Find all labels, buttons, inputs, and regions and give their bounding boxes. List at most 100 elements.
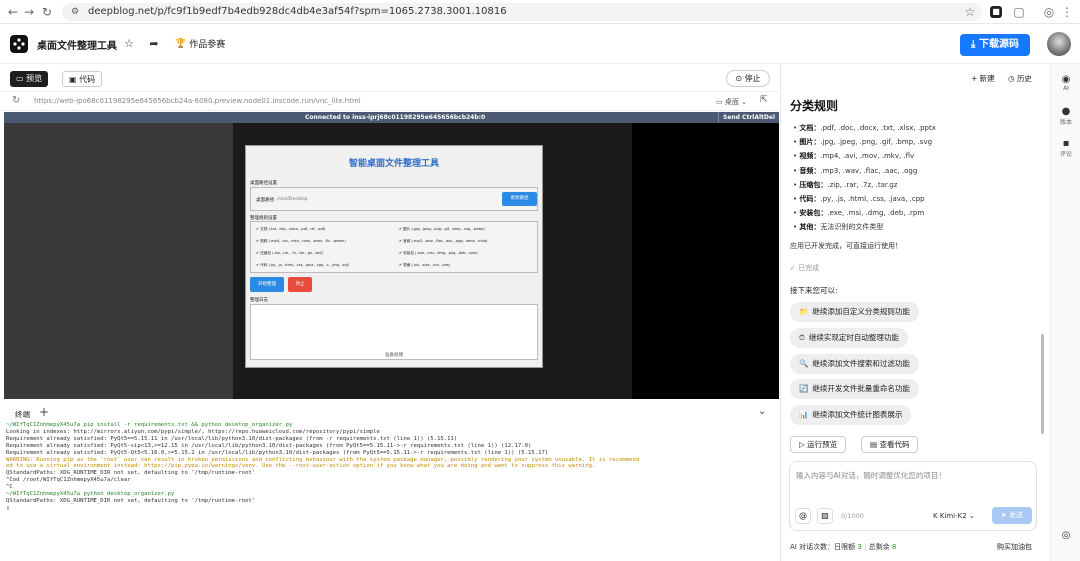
mention-icon[interactable]: @ [795,508,811,524]
download-icon: ⤓ [971,39,979,50]
suggestion-icon: ⏱ [799,332,805,342]
bookmark-star-icon[interactable]: ☆ [963,5,977,19]
terminal-line: Looking in indexes: http://mirrors.aliyu… [6,428,380,435]
buy-pack-link[interactable]: 购买加油包 [997,542,1032,552]
chat-input-box[interactable]: 输入内容与AI对话，随时调整优化您的项目！ @ ▨ 0/1000 K Kimi-… [789,461,1037,531]
rule-checkbox[interactable]: ✔ 代码 (.py, .js, .html, .css, .java, .cpp… [256,263,349,268]
rule-value: .jpg, .jpeg, .png, .gif, .bmp, .svg [820,138,933,147]
run-preview-button[interactable]: ▷ 运行预览 [790,436,847,453]
send-ctrl-alt-del-button[interactable]: Send CtrlAltDel [718,112,775,123]
app-logo-icon[interactable] [10,35,28,53]
collapse-chevron-icon[interactable]: ⌄ [758,406,766,417]
help-icon[interactable]: ◎ [1051,530,1080,541]
image-upload-icon[interactable]: ▨ [817,508,833,524]
vnc-screen[interactable]: 智能桌面文件整理工具 桌面路径设置 桌面路径: /root/Desktop 更改… [4,123,779,399]
quota-remaining: 8 [891,543,897,551]
reload-icon[interactable]: ↻ [40,5,54,19]
stop-button[interactable]: ⊙ 停止 [726,70,770,87]
quota-prefix: AI 对话次数：日限额 [790,543,856,551]
rail-version[interactable]: ● 版本 [1051,106,1080,126]
view-code-button[interactable]: ▤ 查看代码 [861,436,919,453]
rule-key: 视频： [799,152,821,161]
start-organize-button[interactable]: 开始整理 [250,277,284,292]
terminal-output[interactable]: ~/WIfTqC1ZnhmepyX45u7a pip install -r re… [6,422,774,557]
stop-organize-button[interactable]: 停止 [288,277,312,292]
chat-scrollbar[interactable] [1041,334,1044,434]
rule-checkbox[interactable]: ✔ 视频 (.mp4, .avi, .mkv, .mov, .wmv, .flv… [256,239,346,244]
version-icon: ● [1061,106,1071,117]
forward-icon[interactable]: → [22,5,36,19]
model-select[interactable]: K Kimi-K2 ⌄ [933,512,975,520]
rule-key: 其他： [799,223,821,232]
history-button[interactable]: ◷ 历史 [1008,73,1032,84]
rule-value: .zip, .rar, .7z, .tar.gz [827,180,898,189]
share-icon[interactable]: ➦ [147,37,161,51]
desktop-path-value[interactable]: /root/Desktop [277,197,308,202]
address-bar[interactable]: ⚙ deepblog.net/p/fc9f1b9edf7b4edb928dc4d… [62,3,982,21]
rule-label: 代码 (.py, .js, .html, .css, .java, .cpp, … [260,263,350,267]
robot-icon: ◉ [1061,74,1071,85]
chevron-down-icon[interactable]: ⌄ [102,37,116,51]
terminal-line: Requirement already satisfied: PyQt5==5.… [6,435,458,442]
send-button[interactable]: ➤ 发送 [992,507,1032,524]
rule-checkbox[interactable]: ✔ 压缩包 (.zip, .rar, .7z, .tar, .gz, .bz2) [256,251,323,256]
rule-label: 文档 (.txt, .doc, .docx, .pdf, .rtf, .odt) [260,227,326,231]
profile-icon[interactable]: ◎ [1042,5,1056,19]
ai-chat-panel: + 新建 ◷ 历史 分类规则 • 文档：.pdf, .doc, .docx, .… [780,64,1050,561]
rail-comment[interactable]: ▪ 评论 [1051,138,1080,158]
monitor-icon: ▭ [16,74,27,83]
run-preview-label: 运行预览 [807,440,838,449]
send-label: 发送 [1009,511,1024,519]
suggestion-chip[interactable]: 🔍 继续添加文件搜索和过滤功能 [790,353,919,374]
chat-input-placeholder[interactable]: 输入内容与AI对话，随时调整优化您的项目！ [796,470,946,481]
quota-remaining-label: 总剩余 [868,543,890,551]
quota-limit: 3 [857,543,862,551]
suggestion-chip[interactable]: 🔄 继续开发文件批量重命名功能 [790,379,919,400]
rule-checkbox[interactable]: ✔ 文档 (.txt, .doc, .docx, .pdf, .rtf, .od… [256,227,325,232]
back-icon[interactable]: ← [6,5,20,19]
terminal-line: ed to use a virtual environment instead:… [6,463,596,470]
suggestion-chip[interactable]: 📊 继续添加文件统计图表展示 [790,405,912,426]
new-chat-button[interactable]: + 新建 [971,73,995,84]
avatar[interactable] [1047,32,1071,56]
right-rail: ◉ AI ● 版本 ▪ 评论 ◎ [1050,64,1080,561]
log-textarea[interactable]: 准备就绪 [250,304,538,360]
tab-code[interactable]: ▣ 代码 [62,71,103,87]
star-icon[interactable]: ☆ [122,37,136,51]
suggestion-label: 继续实现定时自动整理功能 [808,332,899,342]
rule-value: .pdf, .doc, .docx, .txt, .xlsx, .pptx [820,124,936,132]
suggestion-chip[interactable]: 📁 继续添加自定义分类规则功能 [790,302,919,322]
suggestion-icon: 📁 [799,307,809,316]
change-path-button[interactable]: 更改路径 [502,192,537,206]
history-label: 历史 [1016,74,1032,83]
refresh-icon[interactable]: ↻ [12,95,20,106]
download-source-button[interactable]: ⤓ 下载源码 [960,34,1030,56]
comment-icon: ▪ [1062,138,1070,149]
suggestion-chip[interactable]: ⏱ 继续实现定时自动整理功能 [790,327,908,348]
rule-value: 无法识别的文件类型 [820,223,884,232]
menu-dots-icon[interactable]: ⋮ [1060,5,1074,19]
rule-key: 文档： [799,124,821,132]
rail-ai[interactable]: ◉ AI [1051,74,1080,92]
rule-checkbox[interactable]: ✔ 图片 (.jpg, .jpeg, .png, .gif, .bmp, .sv… [399,227,485,232]
rule-checkbox[interactable]: ✔ 表格 (.xls, .xlsx, .csv, .ods) [399,263,450,268]
tab-preview[interactable]: ▭ 预览 [10,71,49,87]
site-info-icon[interactable]: ⚙ [71,3,79,21]
rule-checkbox[interactable]: ✔ 安装包 (.exe, .msi, .dmg, .pkg, .deb, .rp… [399,251,478,256]
add-terminal-icon[interactable]: + [39,405,49,419]
award-button[interactable]: 🏆 作品参赛 [175,37,225,51]
rule-checkbox[interactable]: ✔ 音频 (.mp3, .wav, .flac, .aac, .ogg, .wm… [399,239,488,244]
preview-url[interactable]: https://web-ipo68c01198295e645656bcb24a-… [34,97,361,105]
done-label: 已完成 [798,264,820,272]
desktop-select[interactable]: ▭ 桌面 ⌄ [716,97,747,107]
tab-terminal[interactable]: 终端 [15,409,30,420]
suggestion-label: 继续添加自定义分类规则功能 [812,307,910,316]
section-title: 分类规则 [790,99,839,113]
extension-icon[interactable]: ■ [990,6,1002,18]
terminal-line: ~/WIfTqC1ZnhmepyX45u7a python desktop_or… [6,491,175,498]
extensions-puzzle-icon[interactable]: ▢ [1012,5,1026,19]
terminal-line: ~/WIfTqC1ZnhmepyX45u7a pip install -r re… [6,422,293,428]
open-external-icon[interactable]: ⇱ [760,95,768,105]
next-steps-label: 接下来您可以: [790,286,838,295]
app-header: 桌面文件整理工具 ⌄ ☆ ➦ 🏆 作品参赛 ⤓ 下载源码 [0,24,1080,64]
